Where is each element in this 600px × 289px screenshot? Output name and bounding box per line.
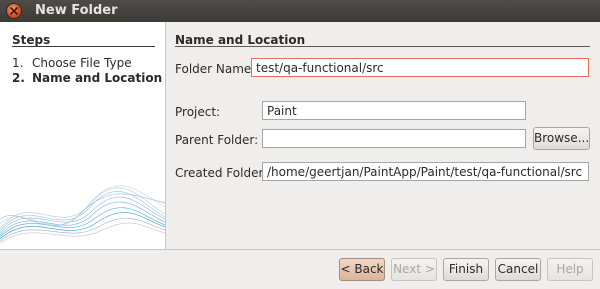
folder-name-label: Folder Name:: [175, 62, 256, 76]
new-folder-dialog: New Folder Steps 1. Choose File Type 2. Na…: [0, 0, 600, 289]
close-button[interactable]: [7, 4, 21, 18]
finish-button[interactable]: Finish: [443, 258, 489, 281]
steps-heading: Steps: [12, 33, 51, 47]
project-field[interactable]: [262, 101, 526, 120]
next-button[interactable]: Next >: [391, 258, 437, 281]
browse-button[interactable]: Browse...: [533, 127, 590, 150]
folder-name-input[interactable]: [251, 58, 589, 77]
step-number: 1.: [12, 56, 24, 70]
project-label: Project:: [175, 105, 221, 119]
back-button[interactable]: < Back: [339, 258, 385, 281]
created-folder-label: Created Folder:: [175, 166, 268, 180]
button-bar-divider: [0, 249, 600, 250]
window-title: New Folder: [35, 3, 118, 18]
step-name-and-location: 2. Name and Location: [12, 71, 162, 85]
parent-folder-label: Parent Folder:: [175, 133, 259, 147]
step-number: 2.: [12, 71, 25, 85]
steps-divider: [12, 46, 155, 47]
parent-folder-input[interactable]: [262, 129, 526, 148]
step-label: Choose File Type: [32, 56, 132, 70]
section-title: Name and Location: [175, 33, 306, 47]
decorative-waves-graphic: [0, 185, 165, 244]
section-divider: [175, 46, 590, 47]
created-folder-field[interactable]: [262, 162, 589, 181]
step-label: Name and Location: [32, 71, 163, 85]
title-bar: New Folder: [0, 0, 600, 22]
close-icon: [10, 7, 18, 15]
cancel-button[interactable]: Cancel: [495, 258, 541, 281]
steps-panel: Steps 1. Choose File Type 2. Name and Loca…: [0, 22, 166, 249]
step-choose-file-type: 1. Choose File Type: [12, 56, 132, 70]
help-button[interactable]: Help: [547, 258, 593, 281]
